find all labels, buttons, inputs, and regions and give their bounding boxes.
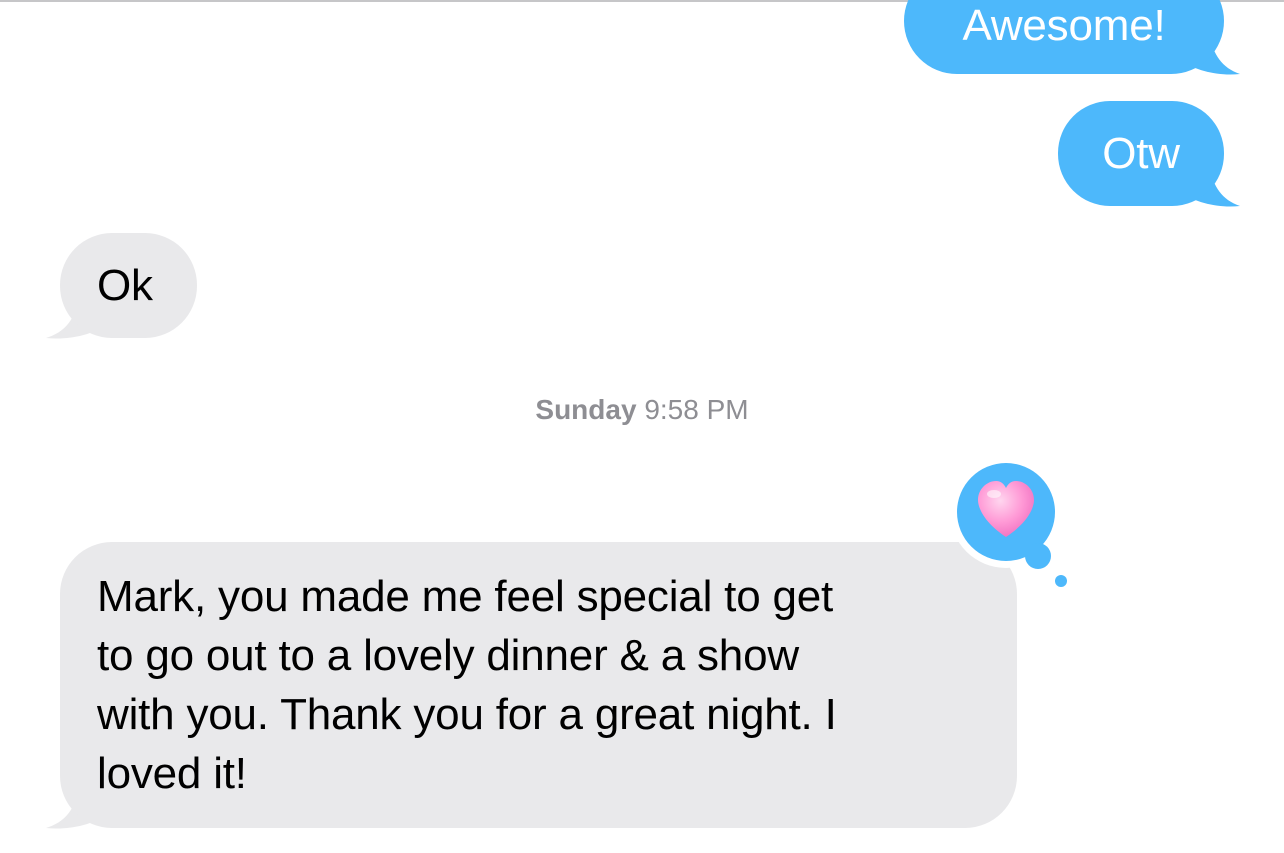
message-text: Awesome! bbox=[962, 1, 1166, 50]
message-text-line: loved it! bbox=[97, 749, 247, 798]
timestamp-day: Sunday bbox=[535, 394, 637, 425]
message-bubble-received[interactable]: Ok bbox=[60, 233, 197, 338]
message-text-line: with you. Thank you for a great night. I bbox=[97, 690, 837, 739]
message-bubble-sent[interactable]: Otw bbox=[1058, 101, 1224, 206]
timestamp-time: 9:58 PM bbox=[644, 394, 749, 425]
message-text-line: Mark, you made me feel special to get bbox=[97, 572, 834, 621]
message-timestamp: Sunday 9:58 PM bbox=[0, 390, 1284, 430]
message-text-line: to go out to a lovely dinner & a show bbox=[97, 631, 799, 680]
message-text: Ok bbox=[97, 261, 153, 310]
message-bubble-received[interactable]: Mark, you made me feel special to get to… bbox=[60, 542, 1017, 828]
message-bubble-sent[interactable]: Awesome! bbox=[904, 0, 1224, 74]
message-text: Otw bbox=[1102, 129, 1180, 178]
